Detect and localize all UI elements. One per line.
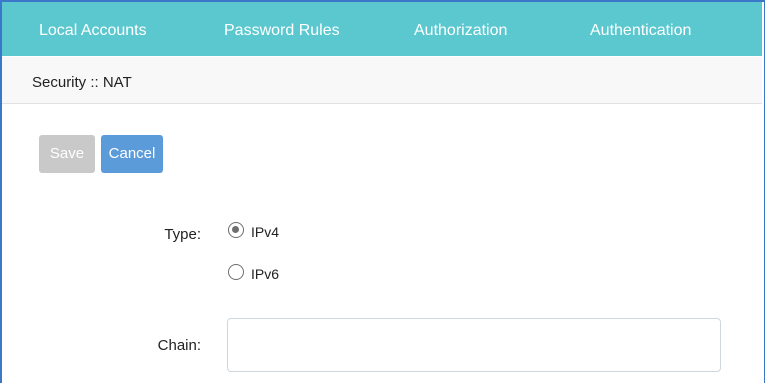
chain-label: Chain: xyxy=(157,337,201,354)
nav-item-authentication[interactable]: Authentication xyxy=(590,2,691,56)
page-header: Security :: NAT xyxy=(2,57,762,104)
nav-item-password-rules[interactable]: Password Rules xyxy=(224,2,340,56)
ipv6-radio-label: IPv6 xyxy=(251,266,280,282)
top-navigation-bar: Local Accounts Password Rules Authorizat… xyxy=(2,2,762,56)
nav-item-local-accounts[interactable]: Local Accounts xyxy=(39,2,147,56)
nav-item-authorization[interactable]: Authorization xyxy=(414,2,507,56)
cancel-button[interactable]: Cancel xyxy=(101,135,163,173)
ipv4-radio-label: IPv4 xyxy=(251,224,280,240)
chain-input[interactable] xyxy=(227,318,721,372)
ipv4-radio-button[interactable] xyxy=(228,222,244,238)
save-button[interactable]: Save xyxy=(39,135,95,173)
breadcrumb: Security :: NAT xyxy=(32,74,132,91)
type-label: Type: xyxy=(164,226,201,243)
ipv6-radio-button[interactable] xyxy=(228,264,244,280)
